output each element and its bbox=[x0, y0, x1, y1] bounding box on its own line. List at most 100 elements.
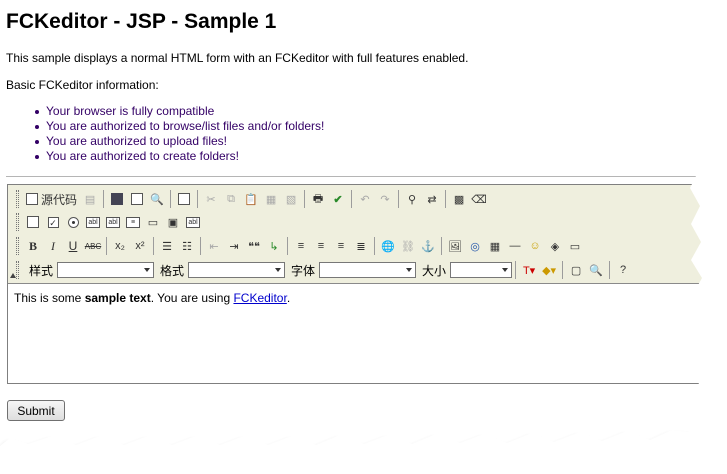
hidden-field-button[interactable]: abl bbox=[183, 212, 203, 232]
flash-icon: ◎ bbox=[470, 240, 480, 253]
bg-color-button[interactable]: ◆▾ bbox=[539, 260, 559, 280]
select-field-button[interactable]: ≡ bbox=[123, 212, 143, 232]
copy-button[interactable]: ⧉ bbox=[221, 189, 241, 209]
toolbar-collapse-icon[interactable] bbox=[10, 273, 16, 278]
horizontal-rule-button[interactable]: ― bbox=[505, 236, 525, 256]
link-button[interactable]: 🌐 bbox=[378, 236, 398, 256]
info-item: You are authorized to upload files! bbox=[34, 134, 324, 149]
redo-button[interactable]: ↷ bbox=[375, 189, 395, 209]
justify-full-button[interactable]: ≣ bbox=[351, 236, 371, 256]
fckeditor: 源代码 ▤ 🔍 ✂ ⧉ 📋 ▦ ▧ 🖶 ✔ ↶ ↷ ⚲ ⇄ ▩ ⌫ ✓ abl … bbox=[7, 184, 709, 384]
content-link[interactable]: FCKeditor bbox=[233, 291, 286, 305]
remove-format-button[interactable]: ⌫ bbox=[469, 189, 489, 209]
toolbar-row-2: ✓ abl abl ≡ ▭ ▣ abl bbox=[16, 211, 203, 233]
paste-text-button[interactable]: ▦ bbox=[261, 189, 281, 209]
toolbar-grip bbox=[16, 190, 19, 208]
undo-button[interactable]: ↶ bbox=[355, 189, 375, 209]
paste-icon: 📋 bbox=[244, 193, 258, 206]
table-button[interactable]: ▦ bbox=[485, 236, 505, 256]
ordered-list-button[interactable]: ☰ bbox=[157, 236, 177, 256]
copy-icon: ⧉ bbox=[227, 192, 235, 205]
justify-center-button[interactable]: ≡ bbox=[311, 236, 331, 256]
checkbox-button[interactable]: ✓ bbox=[43, 212, 63, 232]
print-button[interactable]: 🖶 bbox=[308, 189, 328, 209]
source-icon bbox=[26, 193, 38, 205]
align-left-icon: ≡ bbox=[297, 240, 305, 252]
print-icon: 🖶 bbox=[312, 192, 324, 205]
spellcheck-button[interactable]: ✔ bbox=[328, 189, 348, 209]
toolbar-separator bbox=[106, 237, 107, 255]
doc-props-button[interactable]: ▤ bbox=[80, 189, 100, 209]
new-page-button[interactable] bbox=[127, 189, 147, 209]
page-break-button[interactable]: ▭ bbox=[565, 236, 585, 256]
paste-text-icon: ▦ bbox=[265, 193, 277, 206]
smiley-icon: ☺ bbox=[529, 240, 541, 252]
underline-icon: U bbox=[68, 239, 78, 253]
special-char-button[interactable]: ◈ bbox=[545, 236, 565, 256]
button-field-button[interactable]: ▭ bbox=[143, 212, 163, 232]
new-page-icon bbox=[131, 193, 144, 205]
unordered-list-button[interactable]: ☷ bbox=[177, 236, 197, 256]
preview-button[interactable]: 🔍 bbox=[147, 189, 167, 209]
cut-button[interactable]: ✂ bbox=[201, 189, 221, 209]
subscript-button[interactable]: x₂ bbox=[110, 236, 130, 256]
format-select[interactable] bbox=[188, 262, 286, 278]
textarea-icon: abl bbox=[106, 216, 120, 228]
justify-right-button[interactable]: ≡ bbox=[331, 236, 351, 256]
underline-button[interactable]: U bbox=[63, 236, 83, 256]
toolbar-separator bbox=[197, 190, 199, 208]
source-button[interactable]: 源代码 bbox=[23, 189, 80, 209]
toolbar-row-4: 样式 格式 字体 大小 T▾ ◆▾ ▢ 🔍 ? bbox=[16, 259, 633, 281]
bold-icon: B bbox=[28, 238, 37, 253]
superscript-button[interactable]: x² bbox=[130, 236, 150, 256]
toolbar-separator bbox=[562, 261, 564, 279]
hidden-field-icon: abl bbox=[186, 216, 200, 228]
fit-window-button[interactable]: ▢ bbox=[566, 260, 586, 280]
flash-button[interactable]: ◎ bbox=[465, 236, 485, 256]
smiley-button[interactable]: ☺ bbox=[525, 236, 545, 256]
save-button[interactable] bbox=[107, 189, 127, 209]
radio-button[interactable] bbox=[63, 212, 83, 232]
italic-button[interactable]: I bbox=[43, 236, 63, 256]
text-field-button[interactable]: abl bbox=[83, 212, 103, 232]
select-field-icon: ≡ bbox=[126, 216, 140, 228]
bg-color-icon: ◆▾ bbox=[542, 264, 557, 277]
info-item: You are authorized to browse/list files … bbox=[34, 119, 325, 133]
outdent-button[interactable]: ⇤ bbox=[204, 236, 224, 256]
textarea-button[interactable]: abl bbox=[103, 212, 123, 232]
submit-button[interactable]: Submit bbox=[7, 400, 65, 421]
paste-word-button[interactable]: ▧ bbox=[281, 189, 301, 209]
font-select[interactable] bbox=[319, 262, 417, 278]
anchor-button[interactable]: ⚓ bbox=[418, 236, 438, 256]
templates-button[interactable] bbox=[174, 189, 194, 209]
size-select[interactable] bbox=[450, 262, 513, 278]
select-all-button[interactable]: ▩ bbox=[449, 189, 469, 209]
blockquote-button[interactable]: ❝❝ bbox=[244, 236, 264, 256]
replace-button[interactable]: ⇄ bbox=[422, 189, 442, 209]
find-button[interactable]: ⚲ bbox=[402, 189, 422, 209]
show-blocks-button[interactable]: 🔍 bbox=[586, 260, 606, 280]
bold-button[interactable]: B bbox=[23, 236, 43, 256]
toolbar-separator bbox=[103, 190, 105, 208]
form-button[interactable] bbox=[23, 212, 43, 232]
content-text: . bbox=[286, 291, 291, 305]
toolbar-separator bbox=[609, 261, 611, 279]
editor-toolbar: 源代码 ▤ 🔍 ✂ ⧉ 📋 ▦ ▧ 🖶 ✔ ↶ ↷ ⚲ ⇄ ▩ ⌫ ✓ abl … bbox=[8, 185, 708, 284]
divider bbox=[6, 176, 706, 177]
page: FCKeditor - JSP - Sample 1 This sample d… bbox=[0, 0, 727, 474]
justify-left-button[interactable]: ≡ bbox=[291, 236, 311, 256]
spellcheck-icon: ✔ bbox=[333, 193, 343, 206]
indent-button[interactable]: ⇥ bbox=[224, 236, 244, 256]
paste-button[interactable]: 📋 bbox=[241, 189, 261, 209]
editor-content-area[interactable]: This is some sample text. You are using … bbox=[8, 284, 708, 383]
image-button[interactable]: 🖼 bbox=[445, 236, 465, 256]
about-button[interactable]: ? bbox=[613, 260, 633, 280]
strike-button[interactable]: ABC bbox=[83, 236, 103, 256]
link-icon: 🌐 bbox=[381, 240, 395, 253]
create-div-button[interactable]: ↳ bbox=[264, 236, 284, 256]
toolbar-separator bbox=[441, 237, 442, 255]
unlink-button[interactable]: ⛓ bbox=[398, 236, 418, 256]
style-select[interactable] bbox=[57, 262, 155, 278]
image-button-button[interactable]: ▣ bbox=[163, 212, 183, 232]
text-color-button[interactable]: T▾ bbox=[519, 260, 539, 280]
